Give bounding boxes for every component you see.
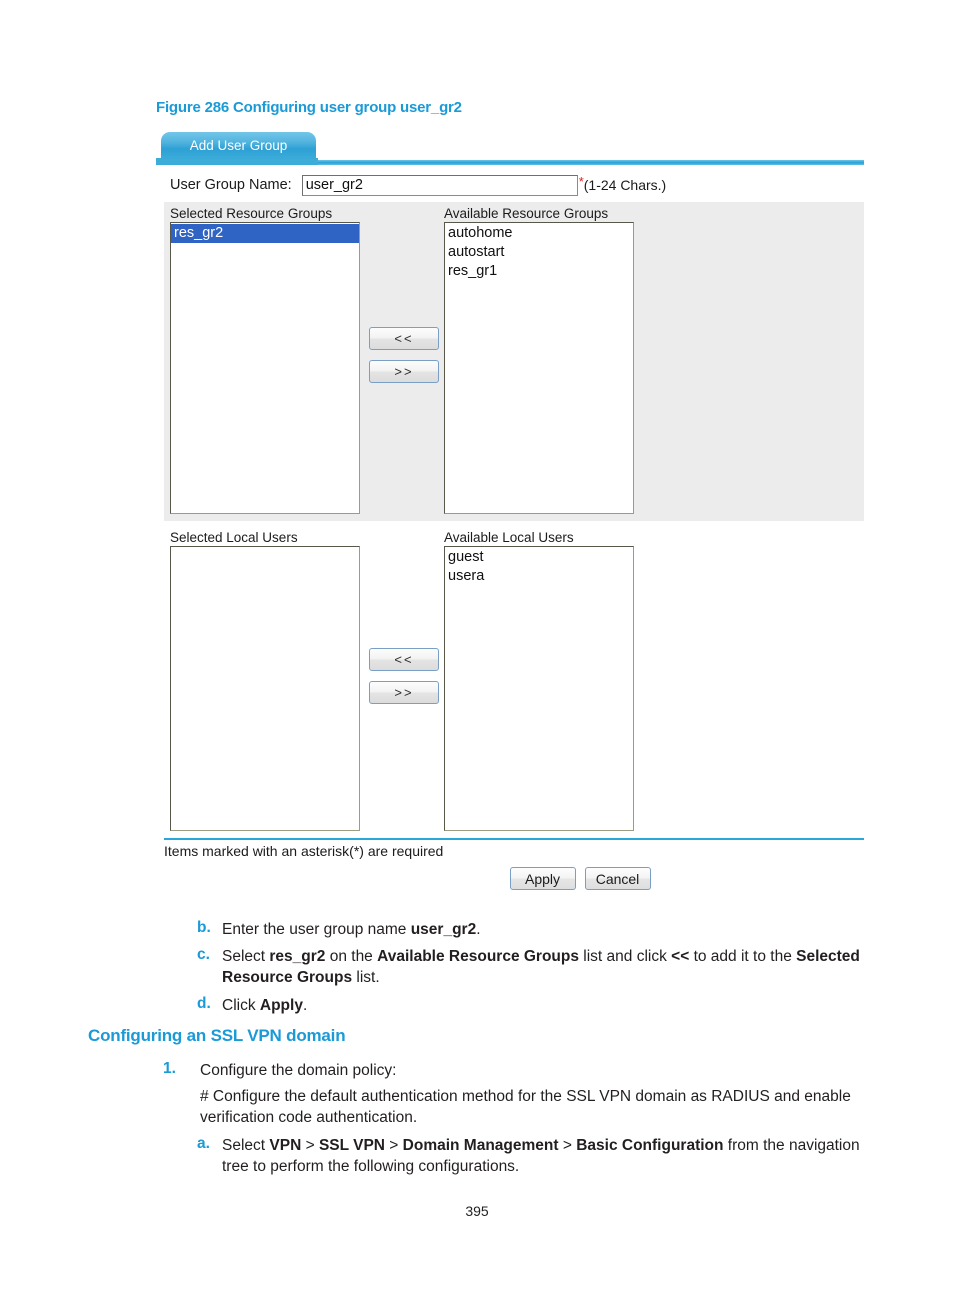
available-local-users-listbox[interactable]: guest usera <box>444 546 634 831</box>
dialog-tab-strip: Add User Group <box>156 130 864 166</box>
step-1-marker: 1. <box>163 1060 176 1077</box>
resource-groups-transfer-buttons: << >> <box>369 327 439 383</box>
available-resource-groups-title: Available Resource Groups <box>444 206 609 221</box>
available-local-users-title: Available Local Users <box>444 530 574 545</box>
list-item[interactable]: autostart <box>445 243 633 262</box>
step-d-text-2: . <box>302 997 308 1014</box>
figure-caption: Figure 286 Configuring user group user_g… <box>156 99 462 116</box>
step-a-bold-1: VPN <box>269 1137 302 1154</box>
local-users-transfer-buttons: << >> <box>369 648 439 704</box>
resource-groups-add-button[interactable]: << <box>369 327 439 350</box>
page-number: 395 <box>465 1203 489 1219</box>
step-b-text-1: Enter the user group name <box>222 921 411 938</box>
dialog-footer-buttons: Apply Cancel <box>156 867 864 890</box>
tab-add-user-group[interactable]: Add User Group <box>161 132 316 160</box>
dialog-footer-divider <box>164 838 864 840</box>
step-c-marker: c. <box>197 946 210 963</box>
step-d-text-1: Click <box>222 997 260 1014</box>
step-c-text-4: to add it to the <box>689 948 797 965</box>
list-item[interactable]: res_gr2 <box>171 224 359 243</box>
cancel-button[interactable]: Cancel <box>584 867 651 890</box>
list-item[interactable]: guest <box>445 548 633 567</box>
step-a-bold-2: SSL VPN <box>318 1137 385 1154</box>
step-c-bold-2: Available Resource Groups <box>377 948 579 965</box>
step-a-sep-3: > <box>558 1137 577 1154</box>
step-c-bold-1: res_gr2 <box>269 948 326 965</box>
selected-resource-groups-listbox[interactable]: res_gr2 <box>170 222 360 514</box>
step-d-marker: d. <box>197 995 211 1012</box>
step-d-bold-1: Apply <box>259 997 303 1014</box>
step-c-text-3: list and click <box>578 948 672 965</box>
add-user-group-dialog: Add User Group User Group Name: * (1-24 … <box>156 130 864 895</box>
step-a-sep-1: > <box>301 1137 319 1154</box>
step-b-text-2: . <box>476 921 481 938</box>
step-1-text: Configure the domain policy: <box>200 1062 397 1079</box>
selected-local-users-column: Selected Local Users <box>170 530 360 831</box>
local-users-section: Selected Local Users << >> Available Loc… <box>164 526 864 839</box>
local-users-remove-button[interactable]: >> <box>369 681 439 704</box>
resource-groups-remove-button[interactable]: >> <box>369 360 439 383</box>
step-b-text: Enter the user group name user_gr2. <box>222 919 882 940</box>
step-a-bold-3: Domain Management <box>402 1137 559 1154</box>
list-item[interactable]: usera <box>445 567 633 586</box>
selected-resource-groups-title: Selected Resource Groups <box>170 206 333 221</box>
step-b-marker: b. <box>197 919 211 936</box>
step-c-text-5: list. <box>352 969 380 986</box>
step-c-text-2: on the <box>325 948 378 965</box>
step-c-bold-3: << <box>671 948 690 965</box>
user-group-name-label: User Group Name: <box>170 177 292 193</box>
step-a-text: Select VPN > SSL VPN > Domain Management… <box>222 1135 870 1177</box>
step-c-text: Select res_gr2 on the Available Resource… <box>222 946 870 988</box>
list-item[interactable]: res_gr1 <box>445 262 633 281</box>
step-d-text: Click Apply. <box>222 995 882 1016</box>
selected-resource-groups-column: Selected Resource Groups res_gr2 <box>170 206 360 514</box>
selected-local-users-listbox[interactable] <box>170 546 360 831</box>
user-group-name-hint: (1-24 Chars.) <box>583 177 667 193</box>
user-group-name-row: User Group Name: * (1-24 Chars.) <box>156 172 864 198</box>
local-users-add-button[interactable]: << <box>369 648 439 671</box>
step-a-bold-4: Basic Configuration <box>576 1137 724 1154</box>
section-heading: Configuring an SSL VPN domain <box>88 1026 346 1045</box>
step-a-marker: a. <box>197 1135 210 1152</box>
step-c-text-1: Select <box>222 948 270 965</box>
user-group-name-input[interactable] <box>301 174 578 196</box>
step-b-bold-1: user_gr2 <box>410 921 477 938</box>
available-resource-groups-column: Available Resource Groups autohome autos… <box>444 206 634 514</box>
step-a-sep-2: > <box>384 1137 403 1154</box>
apply-button[interactable]: Apply <box>509 867 576 890</box>
selected-local-users-title: Selected Local Users <box>170 530 298 545</box>
list-item[interactable]: autohome <box>445 224 633 243</box>
available-resource-groups-listbox[interactable]: autohome autostart res_gr1 <box>444 222 634 514</box>
resource-groups-section: Selected Resource Groups res_gr2 << >> A… <box>164 202 864 521</box>
required-fields-note: Items marked with an asterisk(*) are req… <box>164 843 444 859</box>
available-local-users-column: Available Local Users guest usera <box>444 530 634 831</box>
configuration-comment: # Configure the default authentication m… <box>200 1088 851 1126</box>
tab-add-user-group-label: Add User Group <box>189 138 288 153</box>
step-a-text-1: Select <box>222 1137 270 1154</box>
